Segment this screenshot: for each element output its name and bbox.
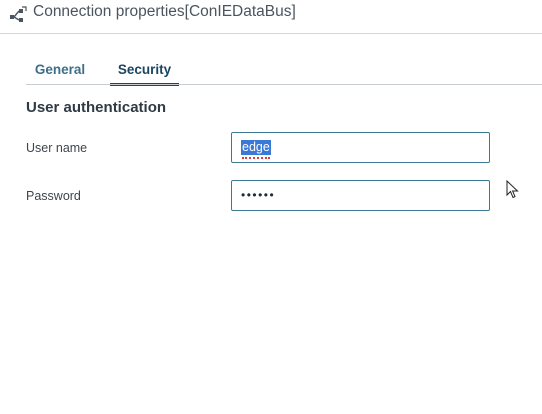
username-label: User name [26, 141, 88, 155]
tab-security[interactable]: Security [110, 60, 179, 86]
tab-general[interactable]: General [28, 60, 92, 83]
dialog-header: Connection properties[ConIEDataBus] [0, 0, 542, 34]
tab-divider [26, 84, 542, 85]
dialog-title: Connection properties[ConIEDataBus] [33, 3, 296, 20]
tab-bar: General Security [0, 60, 542, 86]
password-input[interactable] [231, 180, 490, 211]
password-label: Password [26, 189, 81, 203]
username-input[interactable] [231, 132, 490, 163]
section-title: User authentication [26, 99, 167, 116]
mouse-pointer-icon [506, 180, 519, 199]
connection-icon [10, 6, 27, 22]
